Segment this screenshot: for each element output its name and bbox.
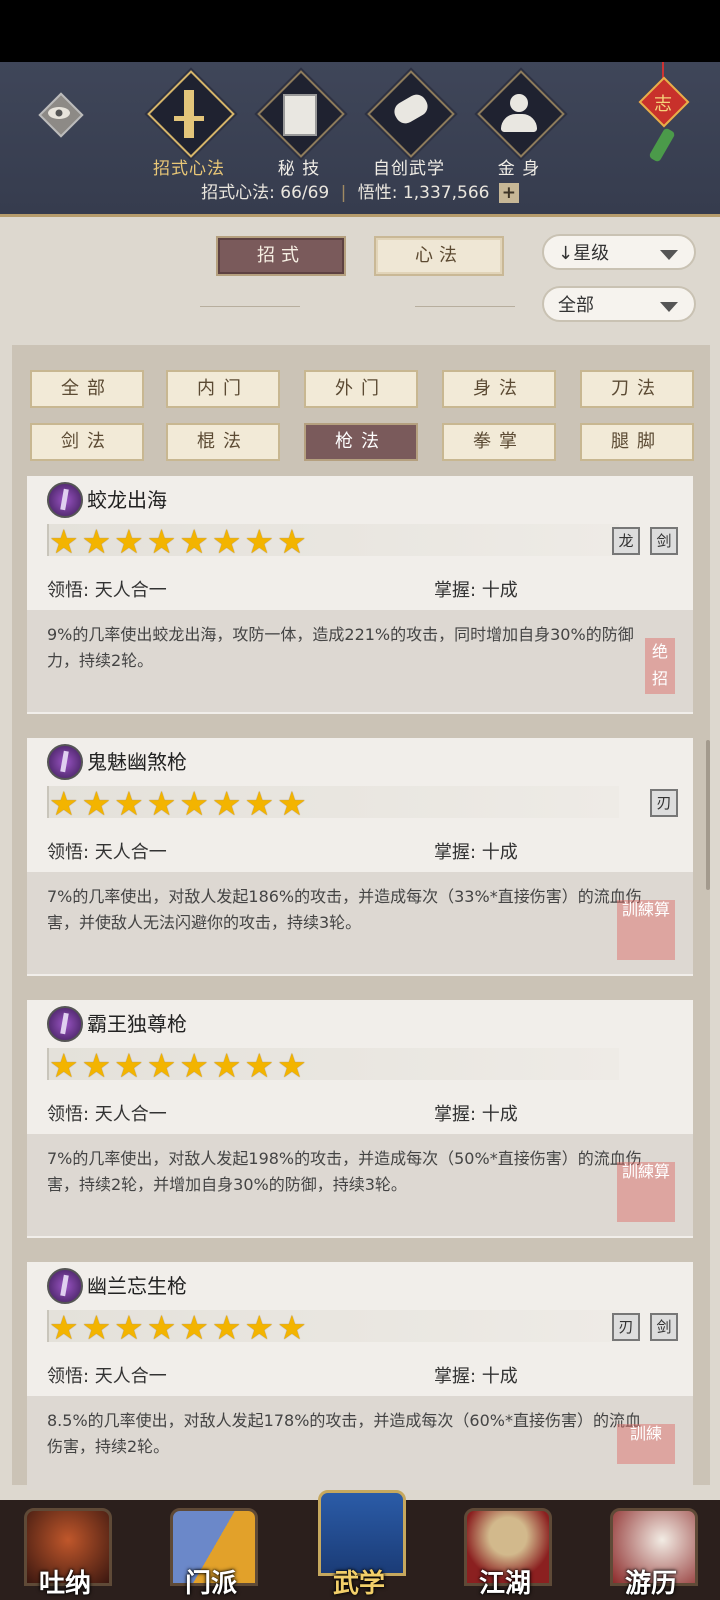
sword-tag-icon[interactable]: 剑: [650, 1313, 678, 1341]
tab-body-label: 金 身: [497, 159, 541, 179]
dragon-tag-icon[interactable]: 龙: [612, 527, 640, 555]
filter-staff[interactable]: 棍法: [166, 423, 280, 461]
filter-fist[interactable]: 拳掌: [442, 423, 556, 461]
seal-stamp: 訓練算: [617, 1162, 675, 1222]
mastery-label: 掌握: 十成: [434, 1104, 518, 1125]
filter-all[interactable]: 全部: [30, 370, 144, 408]
skill-name: 蛟龙出海: [87, 488, 167, 512]
seal-stamp: 绝招: [645, 638, 675, 694]
tab-moves-label: 招式心法: [153, 159, 225, 179]
skill-card[interactable]: 幽兰忘生枪 ★★★★★★★★ 刃 剑 领悟: 天人合一 掌握: 十成 8.5%的…: [27, 1262, 693, 1490]
moves-count: 招式心法: 66/69: [201, 183, 330, 203]
divider: [200, 306, 300, 307]
toggle-moves[interactable]: 招式: [216, 236, 346, 276]
skill-description: 7%的几率使出，对敌人发起186%的攻击，并造成每次（33%*直接伤害）的流血伤…: [27, 872, 693, 974]
skill-card[interactable]: 蛟龙出海 ★★★★★★★★ 龙 剑 领悟: 天人合一 掌握: 十成 9%的几率使…: [27, 476, 693, 714]
filter-outer[interactable]: 外门: [304, 370, 418, 408]
charm-icon[interactable]: 志: [638, 62, 690, 170]
star-rating: ★★★★★★★★: [49, 522, 310, 561]
filter-blade[interactable]: 刀法: [580, 370, 694, 408]
insight-label: 领悟: 天人合一: [47, 1366, 167, 1387]
filter-sword[interactable]: 剑法: [30, 423, 144, 461]
seal-stamp: 訓練: [617, 1424, 675, 1464]
header: 招式心法 秘 技 自创武学 金 身 志 招式心法: 66/69 | 悟性: 1,…: [0, 62, 720, 217]
spear-icon: [47, 1006, 83, 1042]
mastery-label: 掌握: 十成: [434, 842, 518, 863]
blade-tag-icon[interactable]: 刃: [650, 789, 678, 817]
chevron-down-icon: [660, 250, 678, 260]
nav-jianghu[interactable]: 江湖: [458, 1508, 552, 1600]
insight-label: 领悟: 天人合一: [47, 842, 167, 863]
filter-footwork[interactable]: 身法: [442, 370, 556, 408]
nav-travel[interactable]: 游历: [604, 1508, 698, 1600]
filter-kick[interactable]: 腿脚: [580, 423, 694, 461]
spear-icon: [47, 482, 83, 518]
spear-icon: [47, 744, 83, 780]
filter-inner[interactable]: 内门: [166, 370, 280, 408]
chevron-down-icon: [660, 302, 678, 312]
sword-icon: [184, 90, 194, 138]
tab-body[interactable]: 金 身: [474, 70, 565, 182]
filter-spear[interactable]: 枪法: [304, 423, 418, 461]
counter-bar: 招式心法: 66/69 | 悟性: 1,337,566 +: [0, 178, 720, 204]
skill-description: 7%的几率使出，对敌人发起198%的攻击，并造成每次（50%*直接伤害）的流血伤…: [27, 1134, 693, 1236]
star-rating: ★★★★★★★★: [49, 1046, 310, 1085]
sort-dropdown[interactable]: ↓星级: [542, 234, 696, 270]
star-rating: ★★★★★★★★: [49, 784, 310, 823]
status-bar: [0, 0, 720, 62]
skill-description: 9%的几率使出蛟龙出海，攻防一体，造成221%的攻击，同时增加自身30%的防御力…: [27, 610, 693, 712]
skill-card[interactable]: 霸王独尊枪 ★★★★★★★★ 领悟: 天人合一 掌握: 十成 7%的几率使出，对…: [27, 1000, 693, 1238]
book-icon: [283, 94, 317, 136]
skill-name: 霸王独尊枪: [87, 1012, 187, 1036]
mastery-label: 掌握: 十成: [434, 580, 518, 601]
divider: [415, 306, 515, 307]
tab-custom[interactable]: 自创武学: [364, 70, 455, 182]
nav-martial-arts[interactable]: 武学: [312, 1470, 406, 1600]
insight-label: 领悟: 天人合一: [47, 580, 167, 601]
tab-custom-label: 自创武学: [373, 159, 445, 179]
meditation-icon: [510, 94, 528, 112]
wisdom-value: 悟性: 1,337,566: [357, 183, 490, 203]
tab-moves[interactable]: 招式心法: [144, 70, 235, 182]
blade-tag-icon[interactable]: 刃: [612, 1313, 640, 1341]
nav-breathing[interactable]: 吐纳: [18, 1508, 112, 1600]
toggle-mind[interactable]: 心法: [374, 236, 504, 276]
insight-label: 领悟: 天人合一: [47, 1104, 167, 1125]
eye-icon[interactable]: [38, 92, 84, 138]
nav-sect[interactable]: 门派: [164, 1508, 258, 1600]
skill-card[interactable]: 鬼魅幽煞枪 ★★★★★★★★ 刃 领悟: 天人合一 掌握: 十成 7%的几率使出…: [27, 738, 693, 976]
skill-name: 幽兰忘生枪: [87, 1274, 187, 1298]
mastery-label: 掌握: 十成: [434, 1366, 518, 1387]
add-wisdom-button[interactable]: +: [498, 183, 519, 203]
skill-name: 鬼魅幽煞枪: [87, 750, 187, 774]
sword-tag-icon[interactable]: 剑: [650, 527, 678, 555]
tab-secret[interactable]: 秘 技: [254, 70, 345, 182]
filter-dropdown[interactable]: 全部: [542, 286, 696, 322]
star-rating: ★★★★★★★★: [49, 1308, 310, 1347]
seal-stamp: 訓練算: [617, 900, 675, 960]
scrollbar[interactable]: [706, 740, 710, 890]
tab-secret-label: 秘 技: [277, 159, 321, 179]
spear-icon: [47, 1268, 83, 1304]
